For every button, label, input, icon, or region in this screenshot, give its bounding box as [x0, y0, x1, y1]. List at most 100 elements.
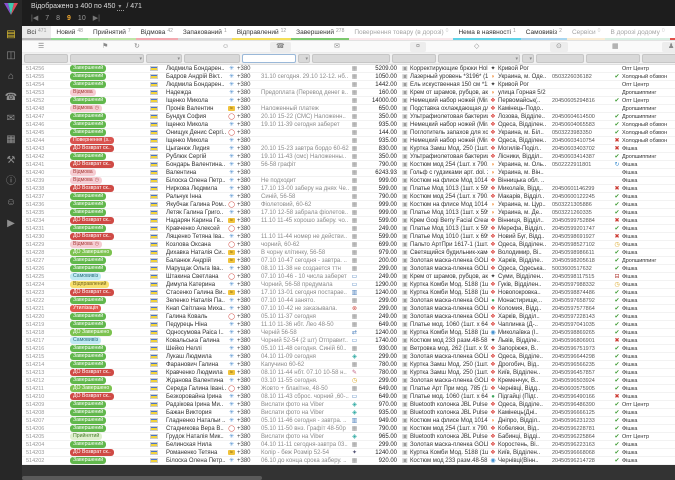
table-row[interactable]: 514218ДО ЗавершеноОдносумова Раіса І..✳+…	[22, 329, 675, 337]
video-icon[interactable]: ▶	[7, 219, 15, 229]
column-filter-input[interactable]: ▾	[522, 54, 534, 63]
tab-повернення-товару-в-дорозі-[interactable]: Повернення товару (в дорозі)0	[349, 26, 453, 40]
status-column-icon[interactable]: ⚑	[102, 42, 108, 52]
ttn-number-cell[interactable]: 20450598527102	[552, 241, 612, 249]
column-filter-input[interactable]	[242, 54, 296, 63]
column-filter-input[interactable]	[586, 54, 640, 63]
tab-відмова[interactable]: Відмова42	[136, 26, 178, 40]
ttn-number-cell[interactable]: 20450598874486	[552, 289, 612, 297]
ttn-number-cell[interactable]	[552, 65, 612, 73]
status-badge[interactable]: Завершений	[70, 345, 106, 352]
ttn-number-cell[interactable]: 20450604065583	[552, 121, 612, 129]
ttn-number-cell[interactable]: 0503226036182	[552, 73, 612, 81]
horizontal-scrollbar[interactable]	[22, 476, 262, 480]
table-row[interactable]: 514219ЗавершенийПедурець Ніна✳+38011.10 …	[22, 321, 675, 329]
ttn-number-cell[interactable]: 20450596457857	[552, 369, 612, 377]
status-badge[interactable]: Завершений	[70, 409, 106, 416]
table-row[interactable]: 514206ЗавершенийСтадникова Вера В..◯+380…	[22, 425, 675, 433]
tab-завершений[interactable]: Завершений278	[291, 26, 349, 40]
ttn-number-cell[interactable]: 20450600122245	[552, 193, 612, 201]
status-badge[interactable]: Повернення (з..	[70, 137, 114, 144]
ttn-number-cell[interactable]: 0503221305886	[552, 201, 612, 209]
table-row[interactable]: 514239Відмова◷Білоска Олена Петр..✳+380Н…	[22, 177, 675, 185]
table-row[interactable]: 514244Повернення (з..Іщенко Микола✳+380▦…	[22, 137, 675, 145]
status-badge[interactable]: Завершений	[70, 81, 106, 88]
status-badge[interactable]: Відмова◷	[70, 241, 102, 248]
table-row[interactable]: 514248Відмова◷Пронів Валентинic+380Налож…	[22, 105, 675, 113]
tab-відправлений[interactable]: Відправлений12	[232, 26, 291, 40]
table-row[interactable]: 514211ДО ЗавершеноСереда Галина Івані..◯…	[22, 385, 675, 393]
status-badge[interactable]: ДО Завершено	[70, 249, 112, 256]
ttn-number-cell[interactable]: 20450596214728	[552, 457, 612, 465]
comment-column-icon[interactable]: ✉	[334, 42, 340, 52]
status-badge[interactable]: ДО Завершено	[70, 329, 112, 336]
status-badge[interactable]: Завершений	[70, 425, 106, 432]
tab-повернення-[interactable]: Повернення (	[670, 26, 675, 40]
status-badge[interactable]: ДО Возврат ск..	[70, 233, 114, 240]
ttn-number-cell[interactable]: 20450596644298	[552, 353, 612, 361]
table-row[interactable]: 514254ЗавершенийЛюдмила Бондарен..✳+380▦…	[22, 81, 675, 89]
ttn-number-cell[interactable]: 20450596666125	[552, 409, 612, 417]
table-row[interactable]: 514228ДО ЗавершеноДихавка Наталія Си..ic…	[22, 249, 675, 257]
ttn-number-cell[interactable]: 20450603403702	[552, 145, 612, 153]
page-number-button[interactable]: 10	[78, 15, 86, 22]
ttn-number-cell[interactable]: 20450598691927	[552, 233, 612, 241]
status-badge[interactable]: Відмова◷	[70, 105, 102, 112]
clients-icon[interactable]: ◫	[6, 51, 15, 61]
ttn-number-cell[interactable]: 20450596566235	[552, 361, 612, 369]
ttn-number-cell[interactable]: 20450601146299	[552, 185, 612, 193]
ttn-number-cell[interactable]: 20450599752884	[552, 217, 612, 225]
page-size-dropdown[interactable]: ▾	[117, 3, 124, 11]
tab-запакований[interactable]: Запакований1	[178, 26, 232, 40]
tab-всі[interactable]: Всі471	[22, 26, 51, 40]
ttn-number-cell[interactable]: 20450596668068	[552, 449, 612, 457]
ttn-number-cell[interactable]	[552, 81, 612, 89]
status-badge[interactable]: Прийнятий	[70, 433, 102, 440]
table-row[interactable]: 514237ЗавершенийРальчук Інна✳+380Синій, …	[22, 193, 675, 201]
status-badge[interactable]: Завершений	[70, 129, 106, 136]
table-row[interactable]: 514209ЗавершенийРадзікова Ірина Ми..✳+38…	[22, 401, 675, 409]
ttn-number-cell[interactable]: 20450596751973	[552, 345, 612, 353]
ttn-number-cell[interactable]: 20450598117515	[552, 273, 612, 281]
column-filter-input[interactable]	[536, 54, 584, 63]
status-badge[interactable]: ДО Возврат ск..	[70, 185, 114, 192]
column-filter-input[interactable]: ▾	[298, 54, 310, 63]
info-icon[interactable]: ⓘ	[6, 177, 16, 187]
table-row[interactable]: 514252ЗавершенийІщенко Микола✳+380▦14000…	[22, 97, 675, 105]
support-icon[interactable]: ☺	[6, 198, 16, 208]
page-number-button[interactable]: 7	[45, 15, 49, 22]
ttn-number-cell[interactable]: 5003600517632	[552, 265, 612, 273]
ttn-number-cell[interactable]: 20450596228781	[552, 425, 612, 433]
status-badge[interactable]: Утилізація	[70, 305, 101, 312]
column-filter-input[interactable]: ▾	[146, 54, 182, 63]
column-filter-input[interactable]	[312, 54, 390, 63]
status-badge[interactable]: Відмова◷	[70, 177, 102, 184]
page-number-button[interactable]: 8	[56, 15, 60, 22]
status-badge[interactable]: Відмова	[70, 89, 96, 96]
column-filter-input[interactable]: ▾	[642, 54, 675, 63]
ttn-number-cell[interactable]: 20450598986611	[552, 249, 612, 257]
status-badge[interactable]: Завершений	[70, 313, 106, 320]
table-row[interactable]: 514241ДО Возврат ск..Бондарь Валентина..…	[22, 161, 675, 169]
client-column-icon[interactable]: ☺	[222, 42, 229, 52]
calls-icon[interactable]: ☎	[5, 93, 17, 103]
table-row[interactable]: 514212ЗавершенийЖданова Валентина✳+38003…	[22, 377, 675, 385]
status-badge[interactable]: Завершений	[70, 321, 106, 328]
tab-сервіси[interactable]: Сервіси0	[567, 26, 605, 40]
status-badge[interactable]: Завершений	[70, 113, 106, 120]
table-row[interactable]: 514243ДО Возврат ск..Цыганюк Лидия✳+3802…	[22, 145, 675, 153]
table-row[interactable]: 514236ЗавершенийЯкубчак Галина Ром..◯+38…	[22, 201, 675, 209]
page-number-button[interactable]: 9	[67, 15, 71, 22]
product-column-icon[interactable]: ◇	[474, 42, 479, 52]
status-badge[interactable]: ДО Возврат ск..	[70, 289, 114, 296]
tab-новий[interactable]: Новий48	[51, 26, 88, 40]
table-row[interactable]: 514253ВідмоваНадежда✳+380Предоплата (Пер…	[22, 89, 675, 97]
status-badge[interactable]: Завершений	[70, 441, 106, 448]
ttn-number-cell[interactable]	[552, 105, 612, 113]
column-filter-input[interactable]	[184, 54, 240, 63]
status-badge[interactable]: Завершений	[70, 73, 106, 80]
table-row[interactable]: 514235ЗавершенийЛетяк Галина Григо..✳+38…	[22, 209, 675, 217]
status-badge[interactable]: Завершений	[70, 401, 106, 408]
status-badge[interactable]: ДО Возврат ск..	[70, 449, 114, 456]
ttn-number-cell[interactable]: 0503221260335	[552, 209, 612, 217]
